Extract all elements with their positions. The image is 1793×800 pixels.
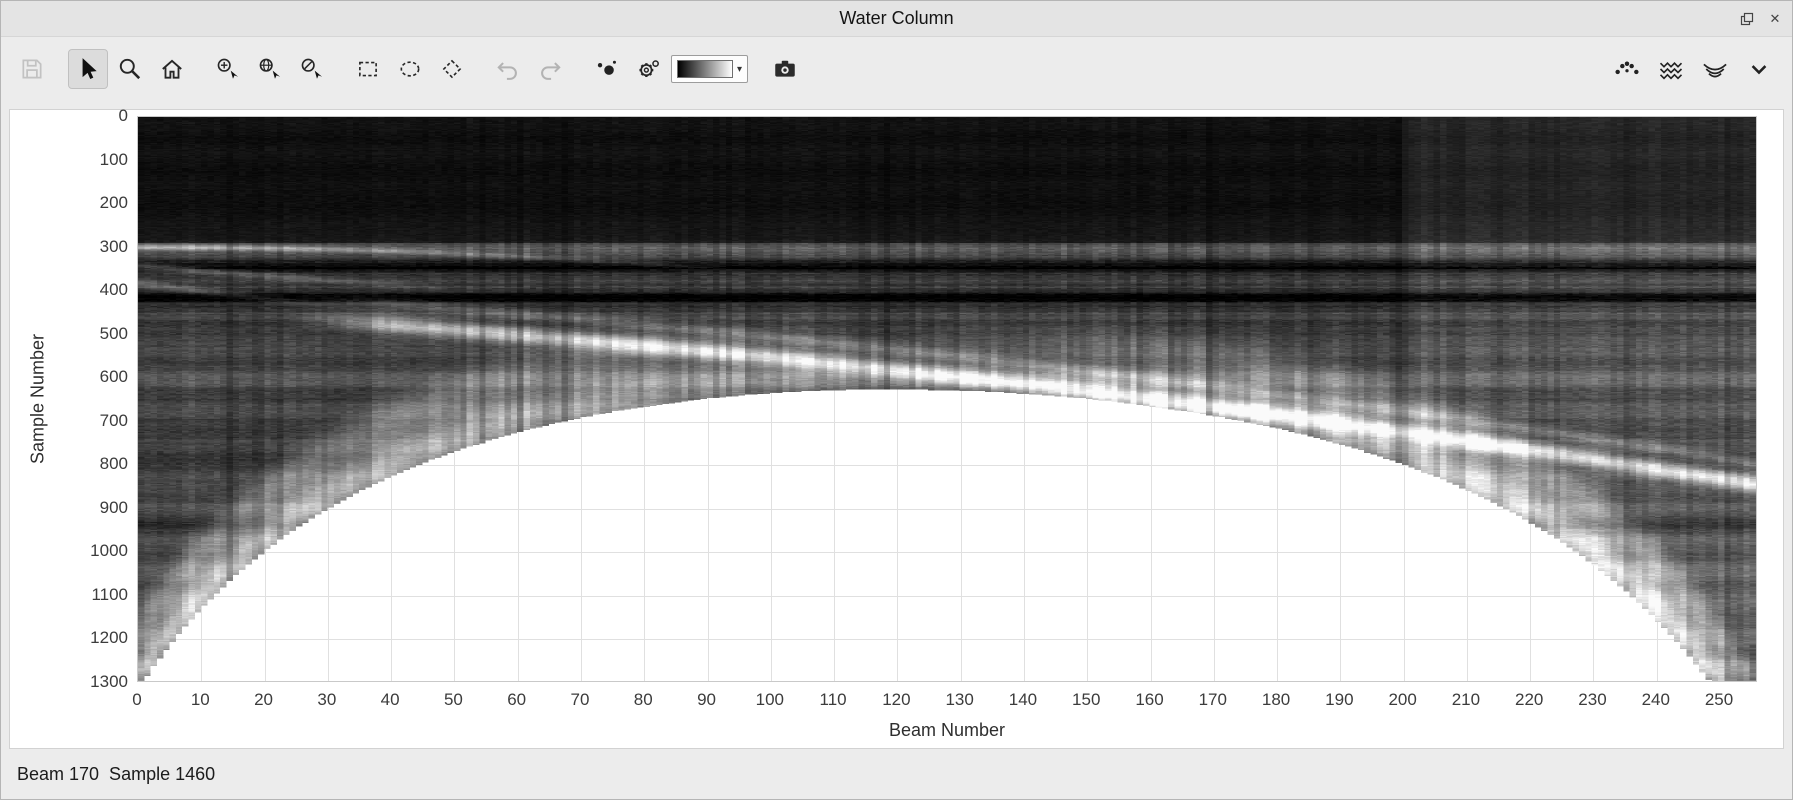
cursor-position-readout: Beam 170 Sample 1460 <box>17 764 215 785</box>
x-tick-label: 80 <box>634 690 653 710</box>
toolbar-group-nav <box>69 50 191 88</box>
x-tick-label: 200 <box>1388 690 1416 710</box>
y-tick-label: 1300 <box>10 672 128 692</box>
y-tick-label: 900 <box>10 498 128 518</box>
window-title: Water Column <box>839 8 953 29</box>
point-size-button[interactable] <box>587 50 625 88</box>
x-tick-label: 60 <box>507 690 526 710</box>
colormap-gradient-swatch <box>677 60 733 78</box>
x-tick-label: 90 <box>697 690 716 710</box>
select-polygon-button[interactable] <box>433 50 471 88</box>
x-tick-label: 0 <box>132 690 141 710</box>
y-tick-label: 300 <box>10 237 128 257</box>
toolbar-group-select <box>349 50 471 88</box>
pick-draw-tool-button[interactable] <box>293 50 331 88</box>
x-tick-label: 180 <box>1262 690 1290 710</box>
close-icon[interactable]: ✕ <box>1766 10 1784 28</box>
undock-icon[interactable] <box>1738 10 1756 28</box>
x-tick-label: 40 <box>381 690 400 710</box>
x-tick-label: 10 <box>191 690 210 710</box>
water-column-canvas[interactable] <box>138 117 1756 681</box>
select-ellipse-button[interactable] <box>391 50 429 88</box>
pick-globe-tool-button[interactable] <box>251 50 289 88</box>
y-tick-label: 500 <box>10 324 128 344</box>
toolbar-group-file <box>13 50 51 88</box>
statusbar: Beam 170 Sample 1460 <box>1 749 1792 799</box>
settings-gear-button[interactable] <box>629 50 667 88</box>
x-tick-label: 240 <box>1642 690 1670 710</box>
y-tick-label: 1100 <box>10 585 128 605</box>
swath-stack-button[interactable] <box>1696 50 1734 88</box>
chevron-down-icon: ▾ <box>737 64 742 75</box>
toolbar-group-display: ▾ <box>587 50 748 88</box>
x-tick-label: 20 <box>254 690 273 710</box>
beam-traces-button[interactable] <box>1652 50 1690 88</box>
x-tick-label: 30 <box>317 690 336 710</box>
x-tick-label: 190 <box>1325 690 1353 710</box>
titlebar-controls: ✕ <box>1738 1 1784 37</box>
y-tick-label: 800 <box>10 454 128 474</box>
x-tick-label: 140 <box>1009 690 1037 710</box>
y-tick-label: 0 <box>10 106 128 126</box>
toolbar-group-capture <box>766 50 804 88</box>
zoom-tool-button[interactable] <box>111 50 149 88</box>
x-tick-label: 70 <box>571 690 590 710</box>
toolbar-group-pick <box>209 50 331 88</box>
x-tick-label: 120 <box>882 690 910 710</box>
plot-panel: Sample Number Beam Number 0 10 20 30 40 50 60 7… <box>9 109 1784 749</box>
x-tick-label: 210 <box>1452 690 1480 710</box>
save-button[interactable] <box>13 50 51 88</box>
x-tick-label: 230 <box>1578 690 1606 710</box>
x-tick-label: 220 <box>1515 690 1543 710</box>
y-tick-label: 700 <box>10 411 128 431</box>
water-column-window: Water Column ✕ <box>0 0 1793 800</box>
x-tick-label: 150 <box>1072 690 1100 710</box>
x-tick-label: 170 <box>1199 690 1227 710</box>
x-tick-label: 250 <box>1705 690 1733 710</box>
x-tick-label: 130 <box>945 690 973 710</box>
y-tick-label: 1000 <box>10 541 128 561</box>
y-tick-label: 100 <box>10 150 128 170</box>
toolbar: ▾ <box>1 37 1792 101</box>
wc-points-button[interactable] <box>1608 50 1646 88</box>
x-tick-label: 160 <box>1135 690 1163 710</box>
y-tick-label: 400 <box>10 280 128 300</box>
pointer-tool-button[interactable] <box>69 50 107 88</box>
x-tick-label: 50 <box>444 690 463 710</box>
toolbar-right <box>1608 37 1778 101</box>
x-axis-title: Beam Number <box>889 720 1005 741</box>
x-tick-label: 100 <box>756 690 784 710</box>
undo-button[interactable] <box>489 50 527 88</box>
y-tick-label: 200 <box>10 193 128 213</box>
snapshot-camera-button[interactable] <box>766 50 804 88</box>
redo-button[interactable] <box>531 50 569 88</box>
toolbar-group-history <box>489 50 569 88</box>
titlebar: Water Column ✕ <box>1 1 1792 37</box>
more-options-chevron[interactable] <box>1740 50 1778 88</box>
pick-point-tool-button[interactable] <box>209 50 247 88</box>
y-axis-title: Sample Number <box>28 334 49 464</box>
x-tick-label: 110 <box>820 690 847 710</box>
plot-area[interactable] <box>137 116 1757 682</box>
select-rectangle-button[interactable] <box>349 50 387 88</box>
y-tick-label: 1200 <box>10 628 128 648</box>
colormap-select[interactable]: ▾ <box>671 55 748 83</box>
y-tick-label: 600 <box>10 367 128 387</box>
home-button[interactable] <box>153 50 191 88</box>
